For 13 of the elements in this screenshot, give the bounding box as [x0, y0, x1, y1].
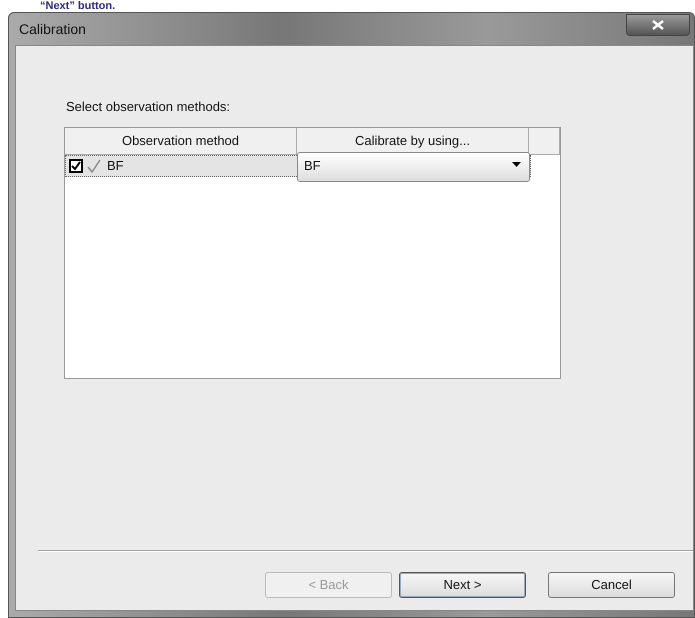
- caption-text: “Next” button.: [40, 0, 116, 12]
- dialog-button[interactable]: Cancel: [548, 572, 675, 598]
- dropdown-caret-icon: [512, 162, 521, 167]
- close-button[interactable]: [626, 14, 690, 36]
- method-name: BF: [107, 157, 124, 176]
- checkbox[interactable]: [69, 159, 83, 173]
- close-icon: [652, 20, 664, 30]
- dialog-button[interactable]: Next >: [399, 572, 526, 598]
- column-header[interactable]: Observation method: [65, 128, 297, 154]
- calibrate-dropdown[interactable]: BF: [296, 152, 530, 182]
- window-title: Calibration: [19, 20, 86, 38]
- checkmark-icon: [87, 159, 101, 173]
- prompt-text: Select observation methods:: [66, 99, 230, 114]
